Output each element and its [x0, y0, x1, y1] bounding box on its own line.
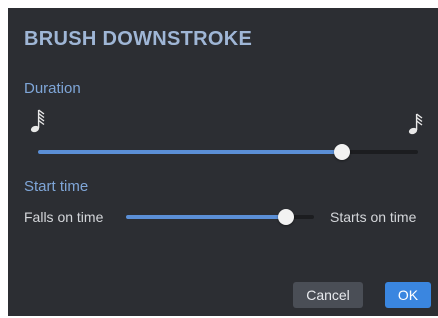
thirty-second-note-icon — [408, 110, 426, 136]
cancel-button[interactable]: Cancel — [293, 282, 363, 308]
brush-downstroke-dialog: BRUSH DOWNSTROKE Duration Start time Fal… — [8, 8, 438, 316]
start-time-slider[interactable] — [126, 209, 314, 225]
ok-button[interactable]: OK — [385, 282, 431, 308]
start-time-slider-fill — [126, 215, 286, 219]
duration-slider[interactable] — [38, 144, 418, 160]
start-time-slider-thumb[interactable] — [278, 209, 294, 225]
start-time-min-label: Falls on time — [24, 209, 104, 225]
start-time-max-label: Starts on time — [330, 209, 417, 225]
duration-slider-thumb[interactable] — [334, 144, 350, 160]
duration-slider-fill — [38, 150, 342, 154]
sixty-fourth-note-icon — [30, 108, 48, 134]
dialog-title: BRUSH DOWNSTROKE — [24, 28, 253, 50]
duration-label: Duration — [24, 80, 81, 97]
start-time-label: Start time — [24, 178, 89, 195]
